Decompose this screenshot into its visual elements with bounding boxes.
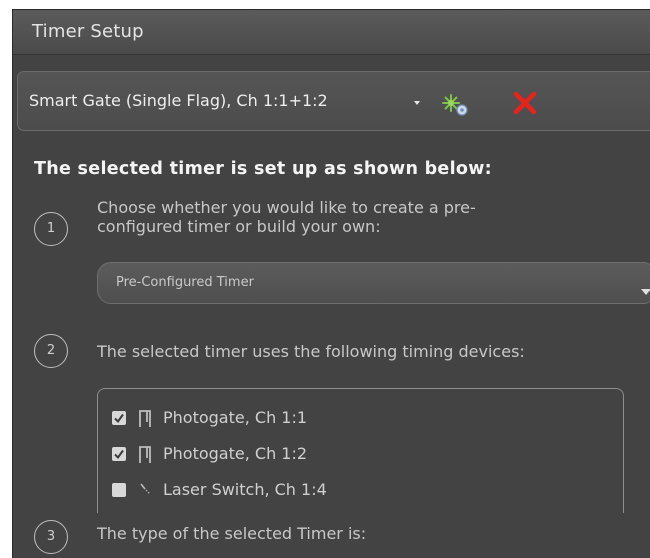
timer-setup-panel: Timer Setup Smart Gate (Single Flag), Ch… xyxy=(12,9,650,558)
setup-heading: The selected timer is set up as shown be… xyxy=(34,159,492,179)
device-label: Photogate, Ch 1:2 xyxy=(163,444,308,463)
device-label: Laser Switch, Ch 1:4 xyxy=(163,480,327,499)
step-2-text: The selected timer uses the following ti… xyxy=(97,342,525,361)
gear-star-icon[interactable] xyxy=(441,92,473,118)
device-checkbox-unchecked[interactable] xyxy=(112,483,126,497)
step-3-text: The type of the selected Timer is: xyxy=(97,524,367,543)
device-row[interactable]: Photogate, Ch 1:2 xyxy=(112,444,512,464)
step-1-text-line2: configured timer or build your own: xyxy=(97,217,381,236)
device-label: Photogate, Ch 1:1 xyxy=(163,408,308,427)
timer-type-select-value: Pre-Configured Timer xyxy=(116,275,254,290)
photogate-icon xyxy=(139,410,151,427)
device-row[interactable]: Photogate, Ch 1:1 xyxy=(112,408,512,428)
red-x-icon[interactable] xyxy=(512,90,538,116)
timer-type-select[interactable]: Pre-Configured Timer xyxy=(97,262,650,304)
step-3-badge: 3 xyxy=(34,520,68,554)
device-checkbox-checked[interactable] xyxy=(112,447,126,461)
panel-title: Timer Setup xyxy=(32,21,144,42)
timing-devices-list: Photogate, Ch 1:1 Photogate, Ch 1:2 Lase… xyxy=(97,388,624,528)
device-checkbox-checked[interactable] xyxy=(112,411,126,425)
chevron-down-icon[interactable] xyxy=(641,289,650,295)
step-1-text: Choose whether you would like to create … xyxy=(97,198,476,236)
photogate-icon xyxy=(139,446,151,463)
step-1-text-line1: Choose whether you would like to create … xyxy=(97,198,476,217)
step-2-badge: 2 xyxy=(34,334,68,368)
title-bar: Timer Setup xyxy=(13,10,650,55)
device-row[interactable]: Laser Switch, Ch 1:4 xyxy=(112,480,512,500)
dropdown-arrow-icon[interactable] xyxy=(414,101,420,105)
timer-selector[interactable]: Smart Gate (Single Flag), Ch 1:1+1:2 xyxy=(17,71,650,131)
timer-name: Smart Gate (Single Flag), Ch 1:1+1:2 xyxy=(29,91,328,110)
laser-switch-icon xyxy=(140,483,151,495)
step-1-badge: 1 xyxy=(34,212,68,246)
